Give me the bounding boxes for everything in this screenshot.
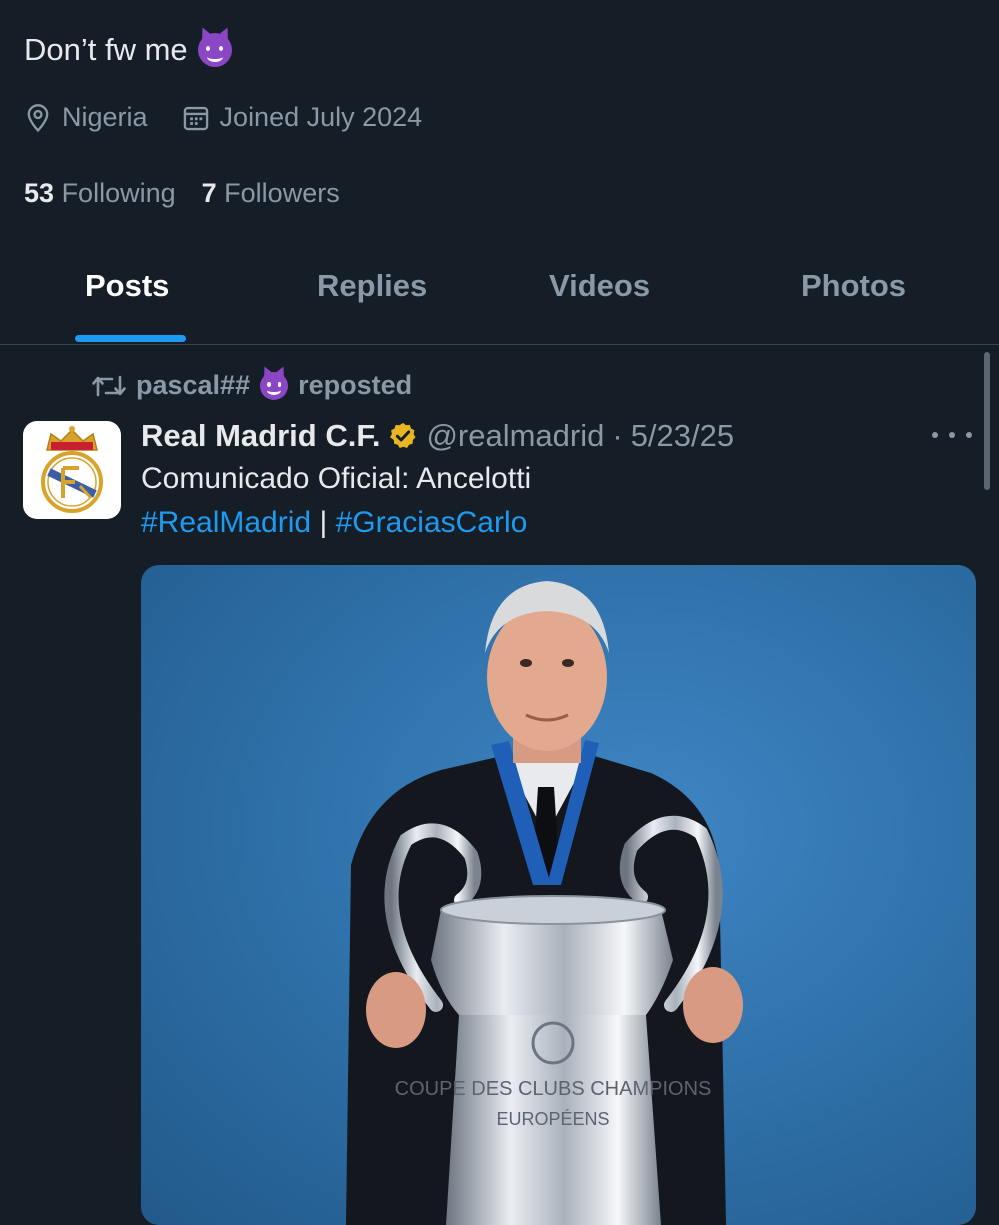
smiling-imp-emoji-icon (197, 33, 232, 67)
tab-photos[interactable]: Photos (801, 268, 906, 304)
trophy-engraving-line1: COUPE DES CLUBS CHAMPIONS (395, 1078, 712, 1100)
media-illustration: COUPE DES CLUBS CHAMPIONS EUROPÉENS (346, 581, 743, 1225)
repost-context: pascal## reposted (92, 370, 412, 401)
tab-replies[interactable]: Replies (317, 268, 427, 304)
post-text: Comunicado Oficial: Ancelotti (141, 462, 532, 495)
follow-counts: 53 Following 7 Followers (24, 178, 340, 209)
post-header: Real Madrid C.F. @realmadrid · 5/23/25 (141, 418, 734, 454)
verified-badge-icon (390, 422, 416, 448)
profile-location: Nigeria (24, 102, 148, 133)
profile-meta: Nigeria Joined July 2024 (24, 102, 422, 133)
reposter-name[interactable]: pascal## (136, 370, 250, 401)
post-media-image[interactable]: COUPE DES CLUBS CHAMPIONS EUROPÉENS (141, 565, 976, 1225)
calendar-icon (183, 106, 208, 130)
real-madrid-crest-icon (41, 426, 103, 513)
hashtag-link[interactable]: #RealMadrid (141, 506, 311, 539)
following-link[interactable]: 53 Following (24, 178, 176, 209)
header-separator: · (612, 418, 623, 453)
repost-label: reposted (298, 370, 413, 400)
following-label: Following (61, 178, 176, 208)
tab-videos[interactable]: Videos (549, 268, 650, 304)
followers-count: 7 (201, 178, 217, 208)
profile-bio: Don’t fw me (24, 32, 232, 68)
active-tab-indicator (75, 335, 186, 342)
post-date[interactable]: 5/23/25 (631, 418, 734, 454)
trophy-engraving-line2: EUROPÉENS (496, 1109, 609, 1129)
scrollbar[interactable] (984, 352, 990, 490)
hashtag-link[interactable]: #GraciasCarlo (336, 506, 528, 539)
smiling-imp-emoji-icon (260, 371, 289, 400)
repost-icon (92, 375, 126, 396)
location-pin-icon (27, 103, 49, 132)
more-options-icon[interactable] (932, 420, 972, 450)
profile-tabs: Posts Replies Videos Photos (0, 258, 999, 345)
hashtag-divider: | (319, 506, 328, 539)
avatar[interactable] (23, 421, 121, 519)
following-count: 53 (24, 178, 55, 208)
author-handle[interactable]: @realmadrid (426, 418, 604, 454)
followers-label: Followers (224, 178, 340, 208)
post-hashtags: #RealMadrid | #GraciasCarlo (141, 506, 527, 540)
joined-text: Joined July 2024 (219, 102, 423, 132)
followers-link[interactable]: 7 Followers (202, 178, 340, 209)
location-text: Nigeria (62, 102, 148, 132)
bio-text: Don’t fw me (24, 32, 188, 67)
author-name[interactable]: Real Madrid C.F. (141, 418, 380, 454)
profile-joined: Joined July 2024 (182, 102, 423, 133)
tab-posts[interactable]: Posts (85, 268, 169, 304)
